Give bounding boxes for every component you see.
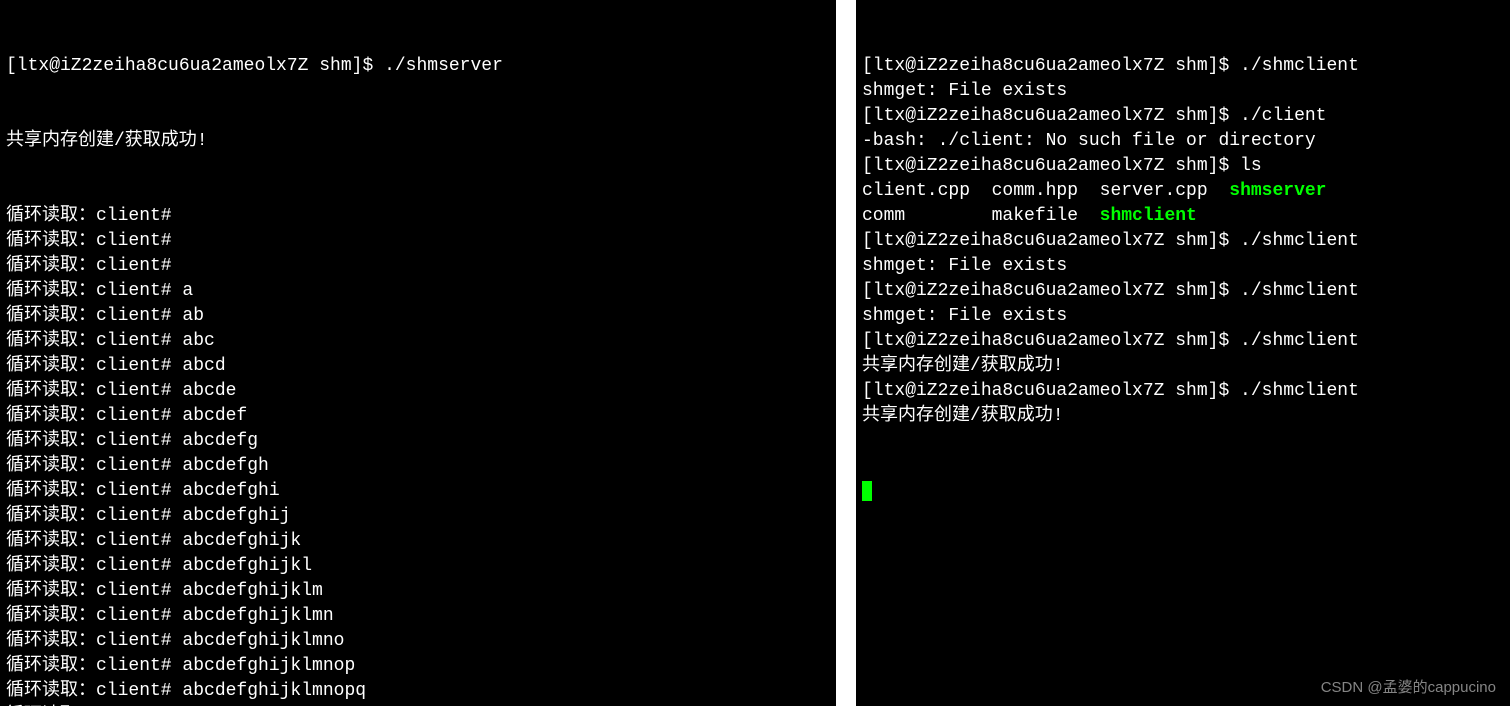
terminal-line: shmget: File exists [862, 254, 1504, 279]
executable-file: shmclient [1100, 206, 1197, 226]
read-line: 循环读取：client# abcdefghijklm [6, 579, 830, 604]
read-line: 循环读取：client# ab [6, 304, 830, 329]
output-line: 共享内存创建/获取成功! [6, 129, 830, 154]
terminal-line: 共享内存创建/获取成功! [862, 404, 1504, 429]
executable-file: shmserver [1229, 181, 1326, 201]
terminal-line: client.cpp comm.hpp server.cpp shmserver [862, 179, 1504, 204]
terminal-cursor [862, 481, 872, 501]
terminal-split-view: [ltx@iZ2zeiha8cu6ua2ameolx7Z shm]$ ./shm… [0, 0, 1510, 706]
read-line: 循环读取：client# abcd [6, 354, 830, 379]
read-line: 循环读取：client# abcdefghi [6, 479, 830, 504]
read-line: 循环读取：client# [6, 254, 830, 279]
read-line: 循环读取：client# [6, 229, 830, 254]
read-line: 循环读取：client# abc [6, 329, 830, 354]
terminal-line: [ltx@iZ2zeiha8cu6ua2ameolx7Z shm]$ ls [862, 154, 1504, 179]
terminal-line: comm makefile shmclient [862, 204, 1504, 229]
prompt-text: [ltx@iZ2zeiha8cu6ua2ameolx7Z shm]$ [6, 56, 384, 76]
read-line: 循环读取：client# abcdefg [6, 429, 830, 454]
read-line: 循环读取：client# abcdef [6, 404, 830, 429]
terminal-line: shmget: File exists [862, 79, 1504, 104]
read-line: 循环读取：client# abcde [6, 379, 830, 404]
read-line: 循环读取：client# abcdefghijk [6, 529, 830, 554]
read-output-block: 循环读取：client# 循环读取：client# 循环读取：client# 循… [6, 204, 830, 706]
read-line: 循环读取：client# abcdefghij [6, 504, 830, 529]
terminal-line: [ltx@iZ2zeiha8cu6ua2ameolx7Z shm]$ ./shm… [862, 229, 1504, 254]
terminal-line: [ltx@iZ2zeiha8cu6ua2ameolx7Z shm]$ ./shm… [862, 379, 1504, 404]
terminal-line: -bash: ./client: No such file or directo… [862, 129, 1504, 154]
server-terminal-pane[interactable]: [ltx@iZ2zeiha8cu6ua2ameolx7Z shm]$ ./shm… [0, 0, 838, 706]
terminal-line: [ltx@iZ2zeiha8cu6ua2ameolx7Z shm]$ ./shm… [862, 279, 1504, 304]
terminal-line: 共享内存创建/获取成功! [862, 354, 1504, 379]
terminal-line: [ltx@iZ2zeiha8cu6ua2ameolx7Z shm]$ ./cli… [862, 104, 1504, 129]
read-line: 循环读取：client# abcdefgh [6, 454, 830, 479]
read-line: 循环读取：client# a [6, 279, 830, 304]
terminal-line: [ltx@iZ2zeiha8cu6ua2ameolx7Z shm]$ ./shm… [862, 329, 1504, 354]
cursor-line [862, 479, 1504, 504]
read-line: 循环读取：client# abcdefghijklmnopq [6, 679, 830, 704]
read-line: 循环读取：client# abcdefghijklmn [6, 604, 830, 629]
read-line: 循环读取：client# [6, 204, 830, 229]
terminal-line: [ltx@iZ2zeiha8cu6ua2ameolx7Z shm]$ ./shm… [6, 54, 830, 79]
terminal-line: [ltx@iZ2zeiha8cu6ua2ameolx7Z shm]$ ./shm… [862, 54, 1504, 79]
terminal-line: shmget: File exists [862, 304, 1504, 329]
client-output-block: [ltx@iZ2zeiha8cu6ua2ameolx7Z shm]$ ./shm… [862, 54, 1504, 429]
command-text: ./shmserver [384, 56, 503, 76]
pane-divider [838, 0, 854, 706]
client-terminal-pane[interactable]: [ltx@iZ2zeiha8cu6ua2ameolx7Z shm]$ ./shm… [854, 0, 1510, 706]
read-line: 循环读取：client# abcdefghijklmno [6, 629, 830, 654]
read-line: 循环读取：client# abcdefghijklmnop [6, 654, 830, 679]
read-line: 循环读取：client# abcdefghijkl [6, 554, 830, 579]
